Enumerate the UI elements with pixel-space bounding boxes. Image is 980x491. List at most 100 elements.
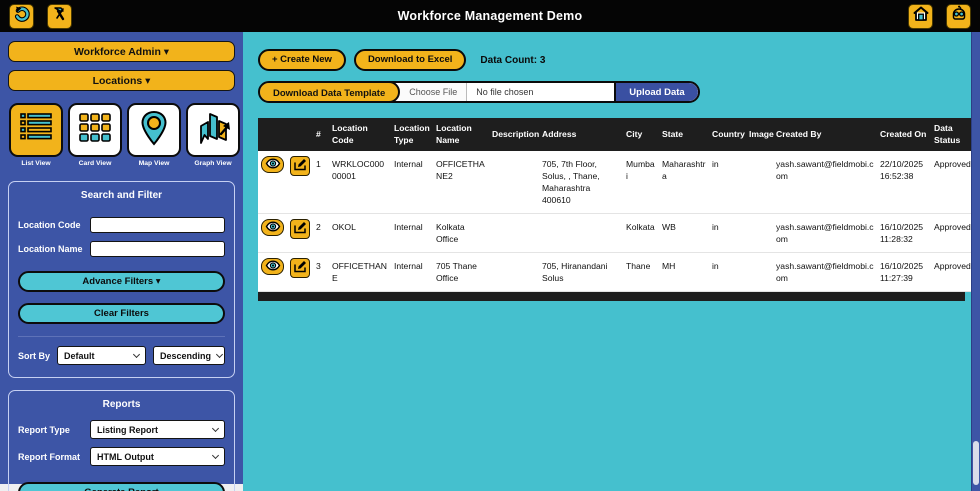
cell-number: 1 [313, 151, 329, 215]
cell-state: Maharashtra [659, 151, 709, 215]
report-type-label: Report Type [18, 424, 70, 435]
column-header: Location Code [329, 118, 391, 152]
advance-filters-button[interactable]: Advance Filters ▾ [18, 271, 225, 292]
chevron-down-icon [211, 451, 220, 460]
create-new-button[interactable]: + Create New [258, 49, 346, 71]
vertical-scrollbar[interactable] [971, 32, 980, 491]
cell-created-by: yash.sawant@fieldmobi.com [773, 252, 877, 293]
table-row: 3 OFFICETHANE Internal 705 Thane Office … [258, 252, 975, 293]
list-view-button[interactable]: List View [9, 103, 63, 167]
cell-address: 705, 7th Floor, Solus, , Thane, Maharash… [539, 151, 623, 215]
column-header: Data Status [931, 118, 975, 152]
view-row-button[interactable] [261, 156, 284, 174]
main-content: + Create New Download to Excel Data Coun… [243, 32, 980, 491]
generate-report-button[interactable]: Generate Report [18, 482, 225, 491]
sort-by-label: Sort By [18, 350, 51, 361]
report-type-select[interactable]: Listing Report [90, 420, 225, 439]
data-count: Data Count: 3 [480, 54, 546, 66]
locations-menu[interactable]: Locations ▾ [8, 70, 235, 91]
column-header: # [313, 118, 329, 152]
card-view-label: Card View [78, 160, 112, 167]
upload-data-button[interactable]: Upload Data [614, 83, 698, 101]
location-name-input[interactable] [90, 241, 225, 257]
edit-row-button[interactable] [289, 219, 310, 240]
cell-location-name: OFFICETHANE2 [433, 151, 489, 215]
cell-city: Thane [623, 252, 659, 293]
column-header: Address [539, 118, 623, 152]
list-view-icon [16, 108, 56, 153]
graph-view-button[interactable]: Graph View [186, 103, 240, 167]
edit-row-button[interactable] [289, 156, 310, 177]
cell-location-name: Kolkata Office [433, 213, 489, 254]
column-header: Description [489, 118, 539, 152]
eye-icon [265, 259, 281, 274]
upload-group: Download Data Template Choose File No fi… [258, 81, 700, 103]
column-header: Country [709, 118, 746, 152]
view-column-header [258, 118, 286, 152]
cell-number: 3 [313, 252, 329, 293]
column-header: Image [746, 118, 774, 152]
cell-created-on: 16/10/2025 11:28:32 [877, 213, 931, 254]
download-template-button[interactable]: Download Data Template [259, 83, 401, 101]
graph-view-label: Graph View [194, 160, 232, 167]
view-row-button[interactable] [261, 258, 284, 276]
locations-table: # Location Code Location Type Location Name… [258, 118, 975, 302]
report-format-select[interactable]: HTML Output [90, 447, 225, 466]
sort-direction-select[interactable]: Descending [153, 346, 225, 365]
download-excel-button[interactable]: Download to Excel [353, 49, 467, 71]
graph-view-icon [193, 108, 233, 153]
card-view-button[interactable]: Card View [68, 103, 122, 167]
page-title: Workforce Management Demo [397, 9, 583, 23]
cell-location-type: Internal [391, 252, 433, 293]
sort-field-select[interactable]: Default [57, 346, 146, 365]
cell-image [746, 213, 773, 254]
choose-file-button[interactable]: Choose File [400, 83, 468, 101]
cell-created-on: 16/10/2025 11:27:39 [877, 252, 931, 293]
column-header: Location Name [433, 118, 489, 152]
cell-description [489, 252, 539, 293]
view-row-button[interactable] [261, 219, 284, 237]
map-view-button[interactable]: Map View [127, 103, 181, 167]
cell-description [489, 151, 539, 215]
cell-data-status: Approved [931, 252, 975, 293]
card-view-icon [75, 108, 115, 153]
cell-state: WB [659, 213, 709, 254]
cell-location-type: Internal [391, 151, 433, 215]
report-format-label: Report Format [18, 451, 81, 462]
edit-icon [293, 158, 307, 175]
map-view-icon [134, 108, 174, 153]
table-row: 2 OKOL Internal Kolkata Office Kolkata W… [258, 213, 975, 254]
reports-panel: Reports Report Type Listing Report Repor… [8, 390, 235, 491]
workforce-admin-menu[interactable]: Workforce Admin ▾ [8, 41, 235, 62]
table-row: 1 WRKLOC00000001 Internal OFFICETHANE2 7… [258, 151, 975, 215]
eye-icon [265, 220, 281, 235]
search-filter-panel: Search and Filter Location Code Location… [8, 181, 235, 378]
search-filter-title: Search and Filter [80, 190, 163, 201]
edit-row-button[interactable] [289, 258, 310, 279]
cell-location-type: Internal [391, 213, 433, 254]
location-code-label: Location Code [18, 220, 81, 230]
column-header: Created On [877, 118, 931, 152]
location-name-label: Location Name [18, 244, 83, 254]
cell-location-code: OKOL [329, 213, 391, 254]
cell-country: in [709, 151, 746, 215]
cell-created-by: yash.sawant@fieldmobi.com [773, 151, 877, 215]
divider [18, 336, 225, 337]
location-code-input[interactable] [90, 217, 225, 233]
edit-icon [293, 260, 307, 277]
clear-filters-button[interactable]: Clear Filters [18, 303, 225, 324]
column-header: State [659, 118, 709, 152]
cell-location-code: OFFICETHANE [329, 252, 391, 293]
list-view-label: List View [21, 160, 51, 167]
file-status-text: No file chosen [476, 87, 534, 97]
table-footer-bar [258, 292, 965, 302]
column-header: Created By [773, 118, 877, 152]
table-header-row: # Location Code Location Type Location Name… [258, 118, 975, 152]
chevron-down-icon [215, 350, 224, 359]
cell-created-on: 22/10/2025 16:52:38 [877, 151, 931, 215]
scrollbar-thumb[interactable] [973, 441, 979, 485]
cell-data-status: Approved [931, 213, 975, 254]
view-switcher: List View Card View Map View Graph View [8, 99, 240, 169]
cell-image [746, 151, 773, 215]
map-view-label: Map View [138, 160, 170, 167]
